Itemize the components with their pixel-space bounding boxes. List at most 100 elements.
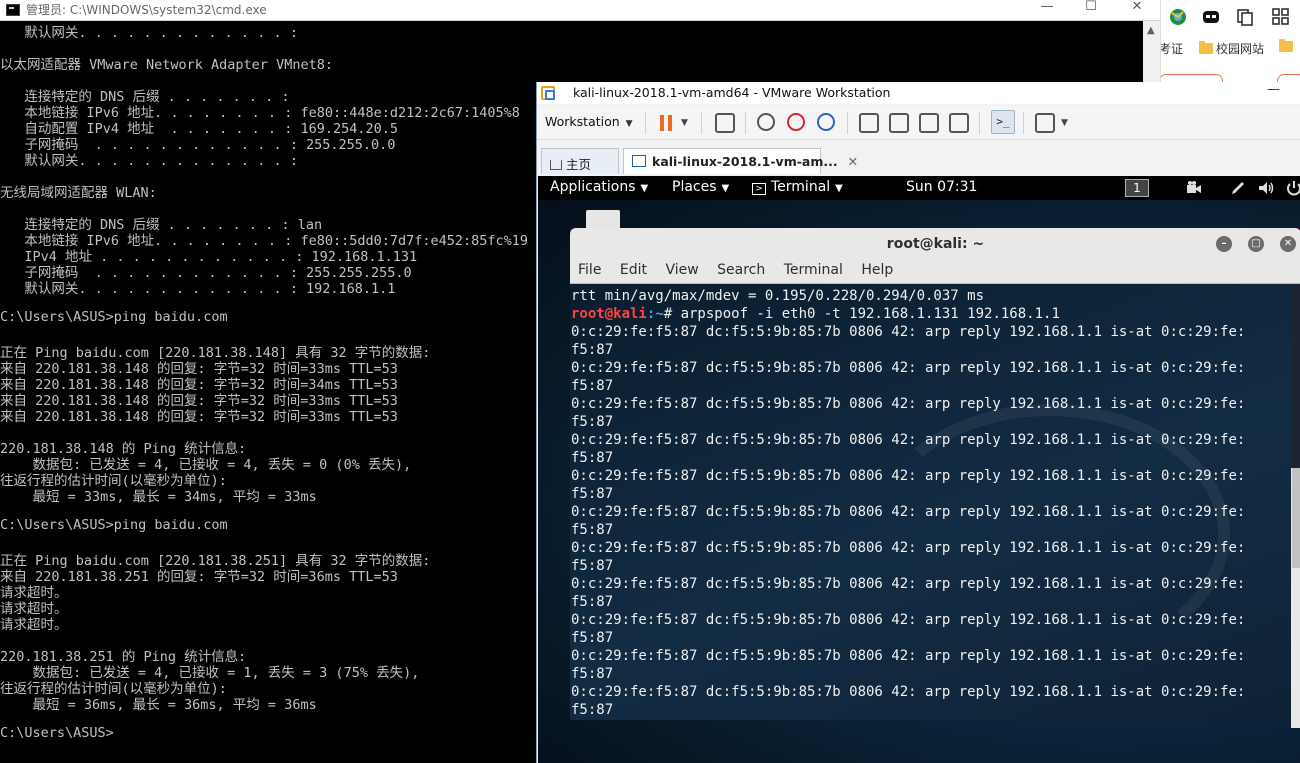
- cmd-title: 管理员: C:\WINDOWS\system32\cmd.exe: [26, 3, 267, 17]
- terminal-menubar: File Edit View Search Terminal Help: [578, 262, 907, 278]
- collections-icon[interactable]: [1236, 8, 1254, 26]
- thumbnail-bar-icon[interactable]: [889, 113, 909, 133]
- pause-button[interactable]: [657, 113, 677, 133]
- cmd-line: 默认网关. . . . . . . . . . . . . : 192.168.…: [0, 281, 396, 297]
- browser-window-fragment: 考证 校园网站: [1160, 0, 1300, 82]
- terminal-prompt-line: root@kali:~# arpspoof -i eth0 -t 192.168…: [570, 306, 1292, 324]
- apps-grid-icon[interactable]: [1272, 8, 1290, 26]
- terminal-close-icon[interactable]: ✕: [1280, 236, 1296, 252]
- mask-extension-icon[interactable]: [1202, 8, 1220, 26]
- cmd-line: 正在 Ping baidu.com [220.181.38.251] 具有 32…: [0, 553, 431, 569]
- pause-dropdown-icon[interactable]: ▼: [681, 118, 688, 128]
- bookmark-exam[interactable]: 考证: [1161, 40, 1183, 57]
- terminal-window[interactable]: root@kali: ~ – □ ✕ File Edit View Search…: [570, 228, 1300, 720]
- snapshot-icon[interactable]: [757, 113, 775, 131]
- cmd-line: 子网掩码 . . . . . . . . . . . . : 255.255.0…: [0, 137, 396, 153]
- places-menu-label: Places: [672, 179, 717, 195]
- arp-reply-line: 0:c:29:fe:f5:87 dc:f5:5:9b:85:7b 0806 42…: [571, 360, 1246, 376]
- arp-reply-wrap: f5:87: [571, 594, 614, 610]
- arp-reply-line: 0:c:29:fe:f5:87 dc:f5:5:9b:85:7b 0806 42…: [571, 576, 1246, 592]
- cmd-line: 子网掩码 . . . . . . . . . . . . : 255.255.2…: [0, 265, 412, 281]
- terminal-output[interactable]: rtt min/avg/max/mdev = 0.195/0.228/0.294…: [570, 284, 1292, 720]
- console-view-icon[interactable]: >_: [991, 110, 1015, 134]
- cmd-output[interactable]: 默认网关. . . . . . . . . . . . . : 以太网适配器 VM…: [0, 21, 540, 763]
- vmware-titlebar[interactable]: kali-linux-2018.1-vm-amd64 - VMware Work…: [537, 82, 1300, 104]
- arp-reply-wrap: f5:87: [571, 486, 614, 502]
- scroll-up-arrow-icon[interactable]: ▲: [1147, 25, 1155, 36]
- arp-reply-line: 0:c:29:fe:f5:87 dc:f5:5:9b:85:7b 0806 42…: [571, 324, 1246, 340]
- workstation-menu[interactable]: Workstation ▼: [545, 114, 633, 129]
- vmware-logo-icon: [541, 86, 555, 100]
- revert-snapshot-icon[interactable]: [787, 113, 805, 131]
- pen-icon[interactable]: [1230, 180, 1246, 196]
- vmware-toolbar: Workstation ▼ ▼ >_ ▼: [537, 106, 1300, 140]
- page-tab-fragment[interactable]: [1161, 74, 1223, 82]
- terminal-app-menu[interactable]: > Terminal ▼: [752, 179, 843, 195]
- arp-reply-line: 0:c:29:fe:f5:87 dc:f5:5:9b:85:7b 0806 42…: [571, 396, 1246, 412]
- cmd-titlebar[interactable]: 管理员: C:\WINDOWS\system32\cmd.exe — ☐ ✕: [0, 0, 1160, 21]
- vmware-scroll-thumb[interactable]: [1292, 468, 1300, 568]
- cmd-line: 本地链接 IPv6 地址. . . . . . . . : fe80::448e…: [0, 105, 520, 121]
- menu-search[interactable]: Search: [717, 262, 765, 278]
- arp-reply-wrap: f5:87: [571, 666, 614, 682]
- arp-reply-wrap: f5:87: [571, 342, 614, 358]
- arp-reply-line: 0:c:29:fe:f5:87 dc:f5:5:9b:85:7b 0806 42…: [571, 468, 1246, 484]
- cmd-line: 来自 220.181.38.148 的回复: 字节=32 时间=33ms TTL…: [0, 361, 398, 377]
- menu-file[interactable]: File: [578, 262, 601, 278]
- cmd-line: 最短 = 33ms, 最长 = 34ms, 平均 = 33ms: [0, 489, 317, 505]
- chevron-down-icon: ▼: [721, 183, 730, 194]
- arp-reply-line: 0:c:29:fe:f5:87 dc:f5:5:9b:85:7b 0806 42…: [571, 432, 1246, 448]
- snapshot-manager-icon[interactable]: [817, 113, 835, 131]
- vmware-tab-strip: 主页 kali-linux-2018.1-vm-am... ✕: [537, 148, 1300, 174]
- menu-terminal[interactable]: Terminal: [784, 262, 843, 278]
- power-icon[interactable]: [1286, 180, 1300, 196]
- pause-bar: [668, 115, 672, 131]
- cmd-line: 以太网适配器 VMware Network Adapter VMnet8:: [0, 57, 333, 73]
- stretch-guest-icon[interactable]: [1035, 113, 1055, 133]
- clock[interactable]: Sun 07:31: [906, 179, 977, 195]
- send-ctrl-alt-del-icon[interactable]: [715, 113, 735, 133]
- cmd-line: 本地链接 IPv6 地址. . . . . . . . : fe80::5dd0…: [0, 233, 529, 249]
- folder-icon: [1199, 41, 1213, 54]
- cmd-close-button[interactable]: ✕: [1114, 0, 1160, 21]
- applications-menu[interactable]: Applications ▼: [550, 179, 648, 195]
- tab-close-icon[interactable]: ✕: [848, 154, 858, 169]
- places-menu[interactable]: Places ▼: [672, 179, 729, 195]
- bookmarks-bar: 考证 校园网站: [1161, 37, 1300, 59]
- bookmark-campus-site[interactable]: 校园网站: [1199, 40, 1264, 57]
- cmd-line: 来自 220.181.38.148 的回复: 字节=32 时间=33ms TTL…: [0, 409, 398, 425]
- cmd-maximize-button[interactable]: ☐: [1068, 0, 1114, 21]
- menu-view[interactable]: View: [665, 262, 698, 278]
- vmware-minimize-button[interactable]: —: [1267, 82, 1280, 97]
- cmd-icon: [6, 4, 20, 16]
- volume-icon[interactable]: [1258, 180, 1274, 196]
- workspace-indicator[interactable]: 1: [1125, 179, 1149, 197]
- tab-home[interactable]: 主页: [541, 148, 619, 174]
- page-tab-fragment[interactable]: [1277, 74, 1300, 82]
- terminal-maximize-icon[interactable]: □: [1248, 236, 1264, 252]
- show-library-icon[interactable]: [859, 113, 879, 133]
- full-screen-icon[interactable]: [919, 113, 939, 133]
- tab-kali-vm[interactable]: kali-linux-2018.1-vm-am... ✕: [623, 148, 858, 174]
- terminal-header[interactable]: root@kali: ~ – □ ✕ File Edit View Search…: [570, 228, 1300, 284]
- gnome-top-bar: Applications ▼ Places ▼ > Terminal ▼ Sun 07:…: [538, 176, 1300, 200]
- video-camera-icon[interactable]: [1186, 181, 1202, 195]
- stretch-dropdown-icon[interactable]: ▼: [1061, 118, 1068, 128]
- cmd-line: C:\Users\ASUS>: [0, 725, 114, 741]
- menu-help[interactable]: Help: [861, 262, 893, 278]
- cmd-line: [0, 629, 540, 645]
- globe-extension-icon[interactable]: [1169, 8, 1187, 26]
- kali-guest-desktop[interactable]: Applications ▼ Places ▼ > Terminal ▼ Sun 07:…: [538, 176, 1300, 763]
- terminal-minimize-icon[interactable]: –: [1216, 236, 1232, 252]
- cmd-minimize-button[interactable]: —: [1024, 0, 1070, 21]
- prompt-path: :~: [646, 306, 664, 322]
- menu-edit[interactable]: Edit: [620, 262, 647, 278]
- vmware-window[interactable]: kali-linux-2018.1-vm-amd64 - VMware Work…: [536, 82, 1300, 763]
- unity-icon[interactable]: [949, 113, 969, 133]
- terminal-app-menu-label: Terminal: [771, 179, 831, 195]
- cmd-line: 连接特定的 DNS 后缀 . . . . . . . :: [0, 89, 290, 105]
- cmd-line: 最短 = 36ms, 最长 = 36ms, 平均 = 36ms: [0, 697, 317, 713]
- bookmark-folder[interactable]: [1279, 39, 1296, 54]
- cmd-line: C:\Users\ASUS>ping baidu.com: [0, 517, 228, 533]
- vmware-scrollbar[interactable]: [1291, 468, 1300, 728]
